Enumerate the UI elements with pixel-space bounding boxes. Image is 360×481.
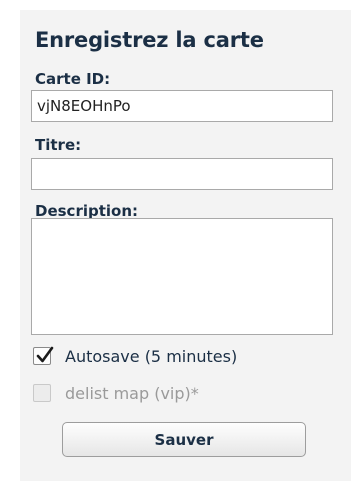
map-id-label: Carte ID:: [35, 70, 111, 88]
delist-option: delist map (vip)*: [33, 382, 199, 404]
delist-checkbox: [33, 384, 51, 402]
save-button[interactable]: Sauver: [62, 422, 306, 457]
map-id-input[interactable]: [31, 90, 333, 122]
description-textarea[interactable]: [31, 218, 333, 335]
autosave-option[interactable]: Autosave (5 minutes): [33, 345, 237, 367]
titre-input[interactable]: [31, 158, 333, 190]
panel-title: Enregistrez la carte: [35, 28, 264, 52]
autosave-checkbox[interactable]: [33, 346, 54, 365]
autosave-label: Autosave (5 minutes): [65, 346, 238, 366]
titre-label: Titre:: [35, 136, 82, 154]
delist-label: delist map (vip)*: [65, 383, 199, 403]
checkmark-icon: [36, 346, 54, 363]
save-map-panel: Enregistrez la carte Carte ID: Titre: De…: [20, 10, 351, 481]
